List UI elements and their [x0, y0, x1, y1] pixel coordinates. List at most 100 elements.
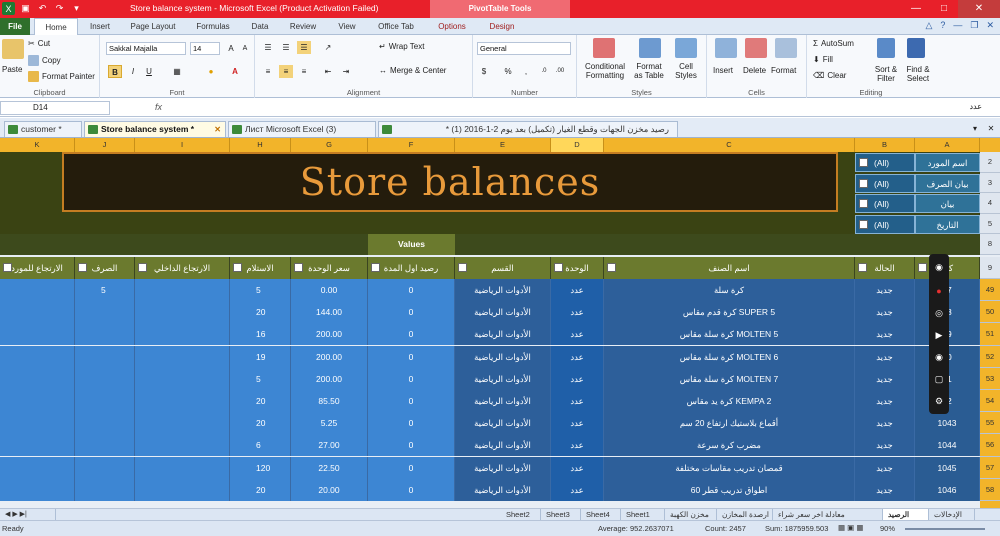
cell-j[interactable] [75, 478, 135, 501]
align-center-icon[interactable]: ≡ [279, 65, 293, 78]
close-tab-icon[interactable]: ✕ [214, 122, 221, 137]
format-cells-icon[interactable] [775, 38, 797, 58]
conditional-formatting-icon[interactable] [593, 38, 615, 58]
increase-indent-icon[interactable]: ⇥ [339, 65, 353, 78]
column-header-g[interactable]: G [291, 138, 368, 152]
cell-c[interactable]: كرة يد مقاس KEMPA 2 [604, 390, 855, 412]
cell-a[interactable]: 1045 [915, 456, 980, 479]
cell-k[interactable] [0, 367, 75, 390]
cell-i[interactable] [135, 301, 230, 324]
column-header-b[interactable]: B [855, 138, 915, 152]
row-header[interactable]: 50 [980, 301, 1000, 324]
cell-e[interactable]: الأدوات الرياضية [455, 279, 551, 301]
cell-g[interactable]: 144.00 [291, 301, 368, 324]
cell-j[interactable] [75, 456, 135, 479]
cell-b[interactable]: جديد [855, 345, 915, 368]
cell-f[interactable]: 0 [368, 434, 455, 457]
tab-home[interactable]: Home [34, 18, 78, 36]
cell-k[interactable] [0, 279, 75, 301]
merge-center-button[interactable]: ↔ Merge & Center [379, 66, 446, 75]
field-header-e[interactable]: القسم [455, 257, 551, 279]
minimize-icon[interactable]: — [902, 0, 930, 18]
file-tab-stock[interactable]: رصيد مخزن الجهات وقطع الغيار (تكميل) بعد… [378, 121, 678, 137]
cell-e[interactable]: الأدوات الرياضية [455, 412, 551, 435]
filter-value[interactable]: (All) [855, 194, 915, 213]
cell-b[interactable]: جديد [855, 434, 915, 457]
insert-cells-icon[interactable] [715, 38, 737, 58]
cell-a[interactable]: 1046 [915, 478, 980, 501]
cell-j[interactable] [75, 301, 135, 324]
cell-i[interactable] [135, 323, 230, 346]
cell-h[interactable]: 5 [230, 367, 291, 390]
paste-icon[interactable] [2, 39, 24, 59]
cell-g[interactable]: 200.00 [291, 323, 368, 346]
cell-k[interactable] [0, 456, 75, 479]
column-header-j[interactable]: J [75, 138, 135, 152]
cell-h[interactable]: 5 [230, 279, 291, 301]
cell-g[interactable]: 20.00 [291, 478, 368, 501]
field-header-j[interactable]: الصرف [75, 257, 135, 279]
binoculars-icon[interactable] [907, 38, 925, 58]
field-header-c[interactable]: اسم الصنف [604, 257, 855, 279]
clear-button[interactable]: ⌫ Clear [813, 71, 846, 80]
cell-i[interactable] [135, 456, 230, 479]
cell-i[interactable] [135, 434, 230, 457]
cell-e[interactable]: الأدوات الرياضية [455, 323, 551, 346]
row-header[interactable]: 53 [980, 367, 1000, 390]
workbook-close-icon[interactable]: ✕ [986, 20, 994, 31]
cell-f[interactable]: 0 [368, 279, 455, 301]
cell-i[interactable] [135, 478, 230, 501]
row-header[interactable]: 51 [980, 323, 1000, 346]
tab-dropdown-icon[interactable]: ▾ [968, 122, 982, 135]
cell-f[interactable]: 0 [368, 345, 455, 368]
zoom-level[interactable]: 90% [880, 524, 895, 533]
redo-icon[interactable]: ↷ [53, 2, 66, 15]
tab-formulas[interactable]: Formulas [192, 18, 234, 35]
filter-dropdown-icon[interactable] [294, 263, 303, 272]
field-header-g[interactable]: سعر الوحدة [291, 257, 368, 279]
cell-j[interactable] [75, 390, 135, 412]
comma-button[interactable]: , [519, 65, 533, 78]
row-header[interactable]: 59 [980, 501, 1000, 508]
microphone-icon[interactable]: ◎ [932, 306, 946, 320]
row-header[interactable]: 2 [980, 152, 1000, 173]
cell-g[interactable]: 200.00 [291, 345, 368, 368]
tab-view[interactable]: View [334, 18, 360, 35]
tab-close-icon[interactable]: ✕ [984, 122, 998, 135]
find-select-button[interactable]: Find & Select [903, 65, 933, 83]
cell-f[interactable]: 0 [368, 367, 455, 390]
cell-j[interactable] [75, 412, 135, 435]
cell-k[interactable] [0, 412, 75, 435]
workbook-minimize-icon[interactable]: — [953, 20, 962, 31]
cell-f[interactable]: 0 [368, 301, 455, 324]
camera-icon[interactable]: ◉ [932, 260, 946, 274]
format-as-table-icon[interactable] [639, 38, 661, 58]
cell-c[interactable]: اطواق تدريب قطر 60 [604, 478, 855, 501]
row-header[interactable]: 58 [980, 478, 1000, 501]
webcam-icon[interactable]: ◉ [932, 350, 946, 364]
tab-data[interactable]: Data [246, 18, 274, 35]
file-tab-store-balance[interactable]: Store balance system * ✕ [84, 121, 226, 137]
currency-button[interactable]: $ [477, 65, 491, 78]
cell-d[interactable]: عدد [551, 412, 604, 435]
tab-insert[interactable]: Insert [86, 18, 114, 35]
cell-a[interactable]: 1043 [915, 412, 980, 435]
bold-button[interactable]: B [108, 65, 122, 78]
cell-e[interactable]: الأدوات الرياضية [455, 456, 551, 479]
name-box[interactable]: D14 [0, 101, 110, 115]
align-middle-icon[interactable]: ☰ [279, 41, 293, 54]
cell-e[interactable]: الأدوات الرياضية [455, 367, 551, 390]
cell-c[interactable]: كرة سلة مقاس MOLTEN 6 [604, 345, 855, 368]
grow-font-icon[interactable]: A [224, 42, 238, 55]
column-header-c[interactable]: C [604, 138, 855, 152]
cell-b[interactable]: جديد [855, 412, 915, 435]
cell-h[interactable]: 120 [230, 456, 291, 479]
cell-h[interactable]: 20 [230, 478, 291, 501]
record-icon[interactable]: ● [932, 284, 946, 298]
cell-i[interactable] [135, 279, 230, 301]
cell-d[interactable]: عدد [551, 367, 604, 390]
fx-icon[interactable]: fx [155, 102, 162, 112]
help-icon[interactable]: ? [940, 20, 945, 31]
settings-gear-icon[interactable]: ⚙ [932, 394, 946, 408]
filter-value[interactable]: (All) [855, 173, 915, 193]
